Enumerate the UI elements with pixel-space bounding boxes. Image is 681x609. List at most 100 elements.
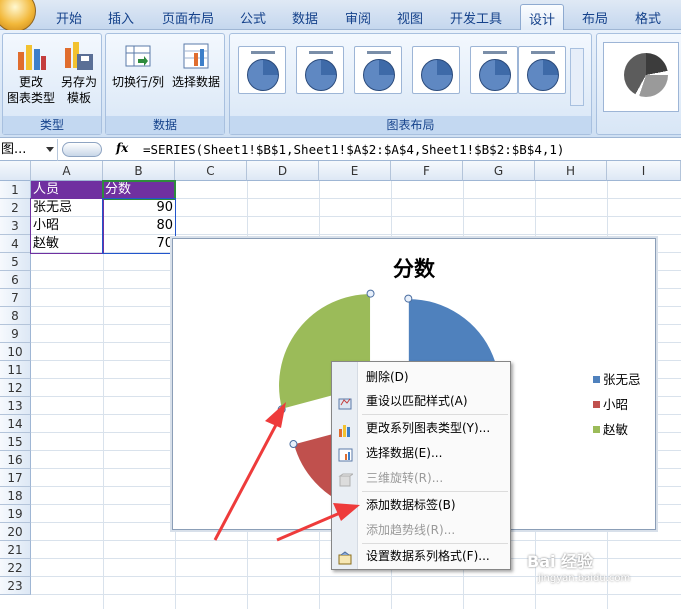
menu-item-delete[interactable]: 删除(D) bbox=[332, 365, 510, 389]
menu-item-label: 设置数据系列格式(F)... bbox=[366, 549, 490, 563]
row-header[interactable]: 12 bbox=[0, 379, 31, 397]
watermark-url: jingyan.baidu.com bbox=[538, 573, 631, 584]
tab-design[interactable]: 设计 bbox=[520, 4, 565, 31]
chart-layout-4[interactable] bbox=[412, 46, 460, 94]
row-header[interactable]: 22 bbox=[0, 559, 31, 577]
chevron-down-icon[interactable] bbox=[46, 147, 54, 152]
fx-icon[interactable]: fx bbox=[116, 141, 128, 155]
layout-gallery-scroll[interactable] bbox=[570, 48, 584, 106]
column-header-f[interactable]: F bbox=[391, 161, 463, 181]
change-chart-type-label-1: 更改 bbox=[18, 75, 43, 89]
column-header-d[interactable]: D bbox=[247, 161, 319, 181]
select-data-button[interactable]: 选择数据 bbox=[168, 40, 224, 90]
selection-handle[interactable] bbox=[404, 294, 413, 303]
save-as-template-button[interactable]: 另存为 模板 bbox=[57, 40, 101, 106]
range-highlight-values bbox=[102, 198, 176, 254]
row-header[interactable]: 2 bbox=[0, 199, 31, 217]
chart-style-1[interactable] bbox=[603, 42, 679, 112]
selection-handle[interactable] bbox=[366, 289, 375, 298]
row-header[interactable]: 20 bbox=[0, 523, 31, 541]
office-button[interactable] bbox=[0, 0, 36, 32]
column-header-b[interactable]: B bbox=[103, 161, 175, 181]
select-all-corner[interactable] bbox=[0, 161, 31, 181]
formula-bar-expander[interactable] bbox=[62, 142, 102, 157]
menu-separator bbox=[362, 414, 508, 415]
tab-data[interactable]: 数据 bbox=[292, 8, 318, 27]
row-header[interactable]: 16 bbox=[0, 451, 31, 469]
chart-layout-3[interactable] bbox=[354, 46, 402, 94]
tab-view[interactable]: 视图 bbox=[397, 8, 423, 27]
selection-handle[interactable] bbox=[289, 440, 298, 449]
tab-insert[interactable]: 插入 bbox=[108, 8, 134, 27]
column-header-g[interactable]: G bbox=[463, 161, 535, 181]
row-header[interactable]: 11 bbox=[0, 361, 31, 379]
data-group: 切换行/列 选择数据 数据 bbox=[105, 33, 225, 135]
switch-row-column-button[interactable]: 切换行/列 bbox=[110, 40, 166, 90]
change-chart-type-label-2: 图表类型 bbox=[6, 91, 55, 105]
legend-item: 张无忌 bbox=[593, 373, 641, 398]
row-header[interactable]: 10 bbox=[0, 343, 31, 361]
menu-item-reset-style[interactable]: 重设以匹配样式(A) bbox=[332, 389, 510, 413]
save-template-icon bbox=[63, 40, 95, 72]
row-header[interactable]: 15 bbox=[0, 433, 31, 451]
menu-item-change-series-chart-type[interactable]: 更改系列图表类型(Y)... bbox=[332, 416, 510, 440]
rotate-3d-icon bbox=[338, 471, 355, 487]
chart-layout-2[interactable] bbox=[296, 46, 344, 94]
row-header[interactable]: 13 bbox=[0, 397, 31, 415]
row-header[interactable]: 9 bbox=[0, 325, 31, 343]
tab-developer[interactable]: 开发工具 bbox=[450, 8, 502, 27]
tab-review[interactable]: 审阅 bbox=[345, 8, 371, 27]
cell-a1[interactable]: 人员 bbox=[31, 181, 103, 199]
save-as-template-label-2: 模板 bbox=[66, 91, 91, 105]
column-header-a[interactable]: A bbox=[31, 161, 103, 181]
chart-layout-5[interactable] bbox=[470, 46, 518, 94]
change-chart-type-button[interactable]: 更改 图表类型 bbox=[6, 40, 56, 106]
chart-layout-6[interactable] bbox=[518, 46, 566, 94]
column-header-e[interactable]: E bbox=[319, 161, 391, 181]
menu-item-label: 重设以匹配样式(A) bbox=[366, 394, 468, 408]
menu-item-label: 删除(D) bbox=[366, 370, 409, 384]
tab-formulas[interactable]: 公式 bbox=[240, 8, 266, 27]
chart-legend[interactable]: 张无忌 小昭 赵敏 bbox=[593, 373, 641, 448]
row-header[interactable]: 8 bbox=[0, 307, 31, 325]
watermark-logo: Bai 经验 bbox=[527, 552, 594, 571]
column-header-h[interactable]: H bbox=[535, 161, 607, 181]
legend-item: 赵敏 bbox=[593, 423, 641, 448]
row-header[interactable]: 23 bbox=[0, 577, 31, 595]
name-box[interactable]: 图... bbox=[0, 139, 58, 161]
row-header[interactable]: 6 bbox=[0, 271, 31, 289]
row-header[interactable]: 17 bbox=[0, 469, 31, 487]
menu-item-label: 三维旋转(R)... bbox=[366, 471, 444, 485]
row-header[interactable]: 3 bbox=[0, 217, 31, 235]
select-data-label: 选择数据 bbox=[171, 75, 220, 89]
row-header[interactable]: 1 bbox=[0, 181, 31, 199]
menu-item-3d-rotation: 三维旋转(R)... bbox=[332, 466, 510, 490]
row-header[interactable]: 18 bbox=[0, 487, 31, 505]
row-header[interactable]: 4 bbox=[0, 235, 31, 253]
range-highlight-categories bbox=[30, 198, 104, 254]
menu-item-select-data[interactable]: 选择数据(E)... bbox=[332, 441, 510, 465]
chart-type-icon bbox=[338, 421, 353, 437]
row-header[interactable]: 5 bbox=[0, 253, 31, 271]
tab-layout[interactable]: 布局 bbox=[582, 8, 608, 27]
chart-layout-1[interactable] bbox=[238, 46, 286, 94]
row-header[interactable]: 14 bbox=[0, 415, 31, 433]
tab-page-layout[interactable]: 页面布局 bbox=[162, 8, 214, 27]
menu-item-label: 添加趋势线(R)... bbox=[366, 523, 456, 537]
reset-style-icon bbox=[338, 394, 353, 410]
selection-handle[interactable] bbox=[277, 405, 286, 414]
tab-format[interactable]: 格式 bbox=[635, 8, 661, 27]
row-header[interactable]: 7 bbox=[0, 289, 31, 307]
row-header[interactable]: 19 bbox=[0, 505, 31, 523]
menu-item-format-data-series[interactable]: 设置数据系列格式(F)... bbox=[332, 544, 510, 568]
formula-input[interactable]: =SERIES(Sheet1!$B$1,Sheet1!$A$2:$A$4,She… bbox=[143, 139, 564, 161]
pie-3d-icon bbox=[624, 53, 668, 97]
row-header[interactable]: 21 bbox=[0, 541, 31, 559]
ribbon-tab-bar: 开始 插入 页面布局 公式 数据 审阅 视图 开发工具 设计 布局 格式 bbox=[0, 0, 681, 32]
type-group-label: 类型 bbox=[3, 116, 101, 134]
column-header-c[interactable]: C bbox=[175, 161, 247, 181]
chart-layout-group-label: 图表布局 bbox=[230, 116, 591, 134]
column-header-i[interactable]: I bbox=[607, 161, 681, 181]
tab-home[interactable]: 开始 bbox=[56, 8, 82, 27]
menu-item-add-data-labels[interactable]: 添加数据标签(B) bbox=[332, 493, 510, 517]
